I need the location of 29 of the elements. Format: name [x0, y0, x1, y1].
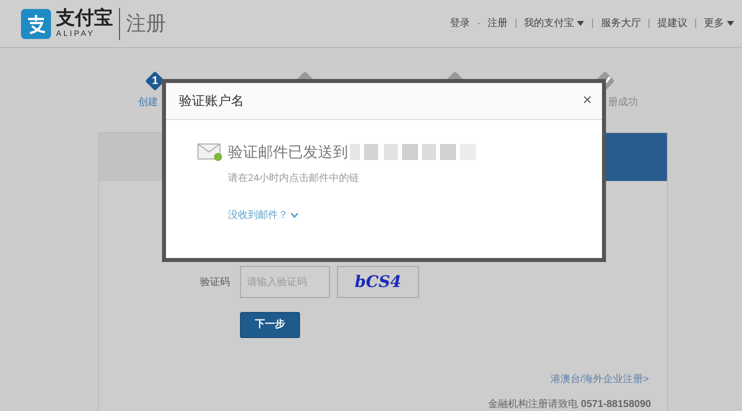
nav-link[interactable]: 服务大厅 [600, 16, 641, 31]
nav-link[interactable]: 提建议 [657, 16, 688, 31]
chevron-down-icon [291, 212, 298, 218]
phone-text: 金融机构注册请致电 0571-88158090 [488, 398, 651, 411]
nav-separator: | [514, 17, 518, 31]
dialog-hint: 请在24小时内点击邮件中的链 [228, 172, 360, 186]
logo-text: 支付宝 [56, 9, 113, 28]
logo-icon [21, 8, 51, 38]
captcha-image[interactable]: bCS4 [337, 266, 419, 298]
close-button[interactable]: × [582, 93, 592, 109]
dialog-message: 验证邮件已发送到 [228, 142, 348, 163]
field-label: 验证码 [200, 276, 231, 290]
page-title: 注册 [126, 12, 166, 36]
nav-separator: | [694, 17, 697, 31]
caret-icon [577, 21, 584, 26]
nav-link[interactable]: 注册 [488, 16, 508, 31]
logo-subtext: ALIPAY [56, 30, 96, 38]
nav-separator: | [591, 17, 594, 31]
envelope-icon [197, 142, 223, 162]
nav-menu[interactable]: 我的支付宝 [524, 16, 584, 31]
dialog-title: 验证账户名 [179, 92, 244, 110]
nav-separator: - [477, 17, 481, 31]
next-button[interactable]: 下一步 [240, 312, 300, 338]
step-label: 册成功 [608, 96, 638, 110]
step-label: 创建 [138, 96, 158, 110]
nav-menu[interactable]: 更多 [704, 16, 734, 31]
caret-icon [727, 21, 734, 26]
nav-link[interactable]: 登录 [450, 16, 470, 31]
nav-separator: | [648, 17, 650, 31]
